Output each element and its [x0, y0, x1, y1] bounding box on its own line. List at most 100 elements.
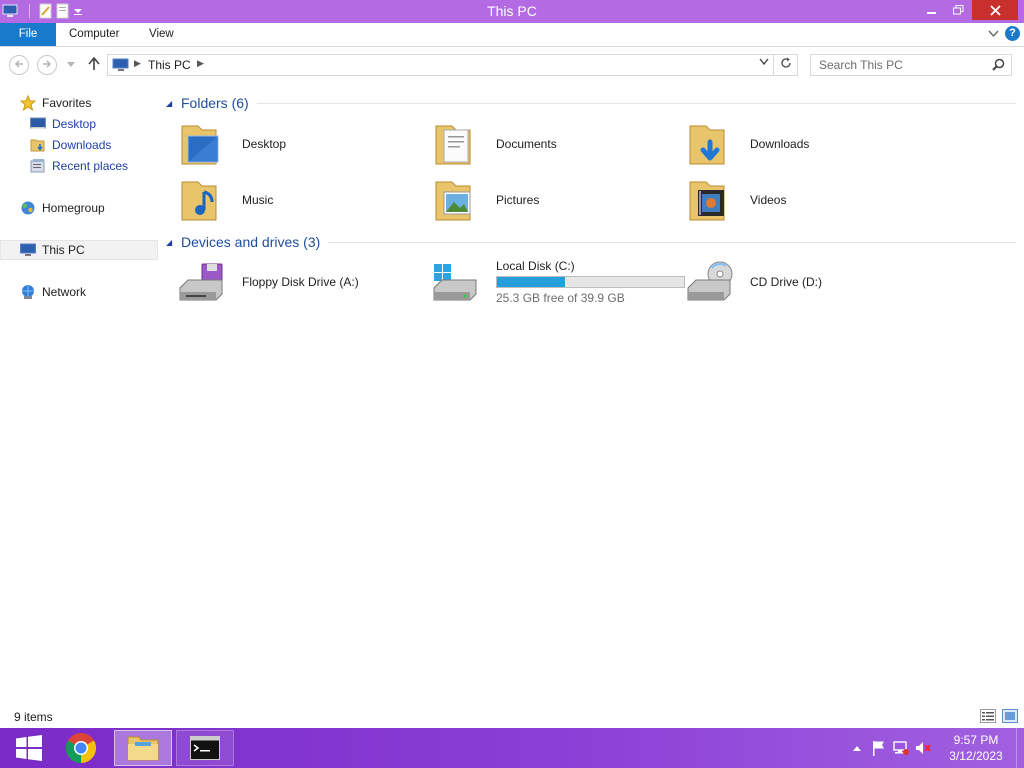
- drive-info: Local Disk (C:) 25.3 GB free of 39.9 GB: [496, 259, 685, 305]
- collapse-chevron-icon[interactable]: ◢: [166, 99, 181, 108]
- command-prompt-icon: [190, 736, 220, 760]
- videos-folder-icon: [686, 176, 734, 224]
- recent-locations-chevron-icon[interactable]: [67, 62, 75, 68]
- ribbon-tabs: File Computer View ?: [0, 23, 1024, 47]
- folder-tile-desktop[interactable]: Desktop: [178, 118, 428, 170]
- desktop-folder-icon: [178, 120, 226, 168]
- folder-tile-pictures[interactable]: Pictures: [432, 174, 682, 226]
- show-hidden-icons-button[interactable]: [846, 744, 868, 752]
- volume-tray-button[interactable]: [912, 740, 934, 756]
- chevron-up-icon: [853, 746, 861, 751]
- action-center-button[interactable]: [868, 740, 890, 756]
- taskbar-chrome-button[interactable]: [52, 730, 110, 766]
- nav-item-label: Desktop: [52, 117, 97, 131]
- group-header-label: Folders (6): [181, 95, 249, 111]
- folder-tile-music[interactable]: Music: [178, 174, 428, 226]
- chrome-icon: [65, 733, 97, 763]
- folder-tile-videos[interactable]: Videos: [686, 174, 936, 226]
- navigation-pane: Favorites Desktop Downloads Recent place…: [0, 83, 158, 705]
- show-desktop-button[interactable]: [1016, 728, 1024, 768]
- drive-tile-cd-drive-d[interactable]: CD Drive (D:): [686, 256, 936, 308]
- restore-button[interactable]: [945, 0, 972, 20]
- minimize-button[interactable]: [918, 0, 945, 20]
- address-dropdown-icon[interactable]: [759, 58, 769, 66]
- group-header-label: Devices and drives (3): [181, 234, 321, 250]
- start-button[interactable]: [0, 730, 58, 766]
- window-controls: [918, 0, 1018, 20]
- tab-computer[interactable]: Computer: [69, 23, 120, 46]
- drive-tile-floppy[interactable]: Floppy Disk Drive (A:): [178, 256, 428, 308]
- nav-item-label: Network: [42, 285, 87, 299]
- volume-muted-icon: [916, 742, 931, 754]
- nav-item-label: Homegroup: [42, 201, 105, 215]
- capacity-bar: [496, 276, 685, 288]
- window-title: This PC: [487, 3, 537, 19]
- group-header-folders[interactable]: ◢ Folders (6): [166, 93, 1016, 113]
- breadcrumb-separator-icon[interactable]: ▶: [134, 58, 141, 69]
- tile-label: CD Drive (D:): [750, 275, 822, 289]
- taskbar-command-prompt-button[interactable]: [176, 730, 234, 766]
- address-toolbar: ▶ This PC ▶: [0, 47, 1024, 83]
- nav-item-desktop[interactable]: Desktop: [0, 114, 158, 134]
- search-input[interactable]: [811, 55, 981, 75]
- expand-ribbon-chevron-icon[interactable]: [988, 30, 999, 38]
- nav-item-homegroup[interactable]: Homegroup: [0, 198, 158, 218]
- forward-button[interactable]: [37, 55, 57, 75]
- tile-label: Videos: [750, 193, 787, 207]
- collapse-chevron-icon[interactable]: ◢: [166, 238, 181, 247]
- status-bar: 9 items: [0, 705, 1024, 728]
- tab-file[interactable]: File: [0, 23, 56, 46]
- clock[interactable]: 9:57 PM 3/12/2023: [938, 732, 1014, 764]
- desktop-icon: [30, 116, 46, 132]
- drive-tile-local-disk-c[interactable]: Local Disk (C:) 25.3 GB free of 39.9 GB: [432, 256, 692, 308]
- tile-label: Local Disk (C:): [496, 259, 575, 273]
- search-icon[interactable]: [992, 58, 1005, 71]
- this-pc-icon: [112, 58, 129, 71]
- group-divider: [256, 102, 1016, 104]
- large-icons-view-icon[interactable]: [1002, 709, 1018, 723]
- back-arrow-icon: [14, 60, 23, 68]
- folder-tile-documents[interactable]: Documents: [432, 118, 682, 170]
- nav-item-network[interactable]: Network: [0, 282, 158, 302]
- taskbar: 9:57 PM 3/12/2023: [0, 728, 1024, 768]
- back-button[interactable]: [9, 55, 29, 75]
- capacity-bar-fill: [497, 277, 566, 287]
- star-icon: [20, 95, 36, 111]
- tile-label: Downloads: [750, 137, 810, 151]
- nav-item-downloads[interactable]: Downloads: [0, 135, 158, 155]
- local-disk-icon: [432, 258, 480, 306]
- tile-label: Documents: [496, 137, 557, 151]
- close-button[interactable]: [972, 0, 1018, 20]
- system-tray: 9:57 PM 3/12/2023: [846, 728, 1024, 768]
- homegroup-icon: [20, 200, 36, 216]
- refresh-button[interactable]: [774, 54, 798, 76]
- breadcrumb-separator-icon[interactable]: ▶: [197, 58, 204, 69]
- downloads-folder-icon: [30, 137, 46, 153]
- refresh-icon: [780, 57, 791, 68]
- details-view-icon[interactable]: [980, 709, 996, 723]
- title-bar: This PC: [0, 0, 1024, 23]
- nav-item-favorites[interactable]: Favorites: [0, 93, 158, 113]
- tile-label: Desktop: [242, 137, 287, 151]
- search-box[interactable]: [810, 54, 1012, 76]
- taskbar-file-explorer-button[interactable]: [114, 730, 172, 766]
- tab-view[interactable]: View: [149, 23, 174, 46]
- network-status-icon: [893, 741, 909, 755]
- address-bar[interactable]: ▶ This PC ▶: [107, 54, 774, 76]
- music-folder-icon: [178, 176, 226, 224]
- folder-tile-downloads[interactable]: Downloads: [686, 118, 936, 170]
- nav-item-label: This PC: [42, 243, 85, 257]
- close-icon: [989, 4, 1001, 16]
- breadcrumb-this-pc[interactable]: This PC: [148, 58, 191, 72]
- clock-date: 3/12/2023: [949, 749, 1003, 763]
- nav-item-recent-places[interactable]: Recent places: [0, 156, 158, 176]
- group-divider: [328, 241, 1016, 243]
- help-button[interactable]: ?: [1005, 26, 1020, 41]
- network-tray-button[interactable]: [890, 740, 912, 756]
- nav-item-this-pc[interactable]: This PC: [0, 240, 158, 260]
- windows-logo-icon: [16, 735, 42, 761]
- up-arrow-icon[interactable]: [88, 57, 100, 71]
- group-header-devices-and-drives[interactable]: ◢ Devices and drives (3): [166, 232, 1016, 252]
- floppy-drive-icon: [178, 258, 226, 306]
- cd-drive-icon: [686, 258, 734, 306]
